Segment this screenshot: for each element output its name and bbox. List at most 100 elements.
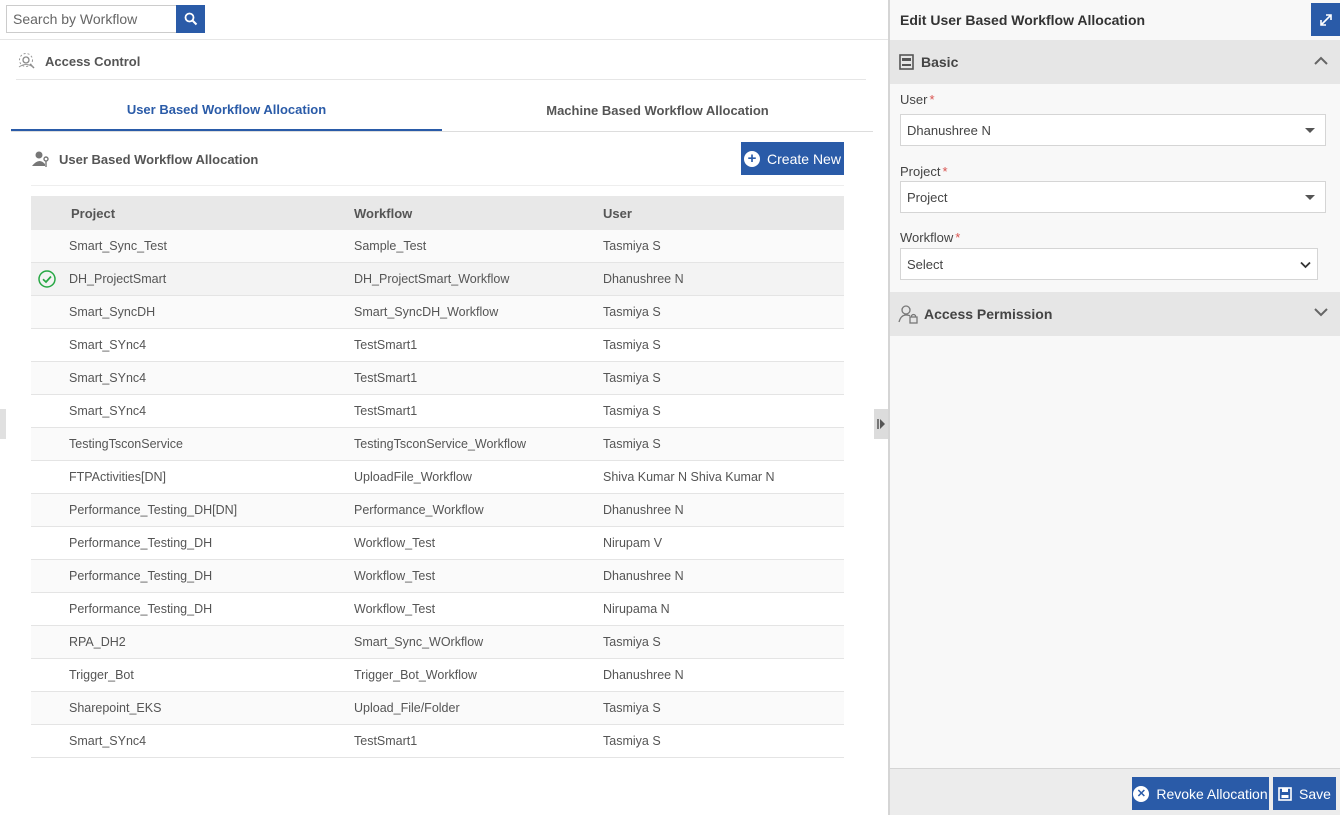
table-row[interactable]: Performance_Testing_DH Workflow_Test Nirup… (31, 593, 844, 626)
check-circle-icon (38, 270, 56, 288)
revoke-allocation-button[interactable]: ✕ Revoke Allocation (1132, 777, 1269, 810)
splitter-handle[interactable] (874, 409, 888, 439)
expand-button[interactable] (1311, 3, 1340, 36)
table-row[interactable]: Smart_SyncDH Smart_SyncDH_Workflow Tasmiya… (31, 296, 844, 329)
chevron-up-icon[interactable] (1314, 56, 1328, 65)
cell-project: FTPActivities[DN] (69, 470, 166, 484)
column-header-workflow[interactable]: Workflow (354, 206, 412, 221)
table-row[interactable]: Performance_Testing_DH Workflow_Test Dhanu… (31, 560, 844, 593)
table-row[interactable]: Smart_SYnc4 TestSmart1 Tasmiya S (31, 362, 844, 395)
search-button[interactable] (176, 5, 205, 33)
tab-machine-based[interactable]: Machine Based Workflow Allocation (442, 90, 873, 131)
expand-icon (1319, 13, 1332, 26)
user-key-icon (32, 151, 49, 167)
required-mark: * (929, 92, 935, 107)
cell-user: Shiva Kumar N Shiva Kumar N (603, 470, 775, 484)
tab-user-based[interactable]: User Based Workflow Allocation (11, 90, 442, 131)
cell-user: Tasmiya S (603, 305, 661, 319)
create-new-label: Create New (767, 150, 841, 167)
user-dropdown[interactable]: Dhanushree N (900, 114, 1326, 146)
user-dropdown-value: Dhanushree N (907, 122, 991, 138)
cell-workflow: Sample_Test (354, 239, 427, 253)
cell-project: Smart_SYnc4 (69, 734, 147, 748)
table-row[interactable]: TestingTsconService TestingTsconService_W… (31, 428, 844, 461)
plus-icon: + (744, 150, 761, 167)
table-row[interactable]: DH_ProjectSmart DH_ProjectSmart_Workflow D… (31, 263, 844, 296)
column-header-project[interactable]: Project (71, 206, 115, 221)
cell-user: Tasmiya S (603, 371, 661, 385)
project-label-text: Project (900, 164, 941, 179)
save-button[interactable]: Save (1273, 777, 1336, 810)
table-header: Project Workflow User (31, 196, 844, 230)
collapse-handle-left[interactable] (0, 409, 6, 439)
cell-workflow: Smart_Sync_WOrkflow (354, 635, 484, 649)
table-row[interactable]: Smart_SYnc4 TestSmart1 Tasmiya S (31, 725, 844, 758)
table-row[interactable]: RPA_DH2 Smart_Sync_WOrkflow Tasmiya S (31, 626, 844, 659)
tab-bar: User Based Workflow Allocation Machine B… (11, 90, 873, 132)
required-mark: * (942, 164, 948, 179)
save-icon (1278, 786, 1292, 801)
cell-project: Smart_SYnc4 (69, 338, 147, 352)
cell-user: Tasmiya S (603, 437, 661, 451)
project-dropdown[interactable]: Project (900, 181, 1326, 213)
chevron-down-icon[interactable] (1314, 308, 1328, 317)
access-permission-label: Access Permission (924, 306, 1053, 322)
section-title: User Based Workflow Allocation (59, 151, 259, 167)
table-row[interactable]: FTPActivities[DN] UploadFile_Workflow Shiv… (31, 461, 844, 494)
project-label: Project * (900, 164, 948, 179)
cell-user: Tasmiya S (603, 239, 661, 253)
access-control-icon (18, 53, 35, 69)
cell-project: Performance_Testing_DH (69, 602, 213, 616)
cell-user: Tasmiya S (603, 338, 661, 352)
table-row[interactable]: Smart_SYnc4 TestSmart1 Tasmiya S (31, 329, 844, 362)
project-dropdown-value: Project (907, 189, 948, 205)
cell-workflow: TestingTsconService_Workflow (354, 437, 527, 451)
allocation-table: Project Workflow User Smart_Sync_Test Sam… (31, 196, 844, 758)
cell-project: DH_ProjectSmart (69, 272, 167, 286)
action-bar: ✕ Revoke Allocation Save (890, 768, 1340, 815)
cell-project: Smart_Sync_Test (69, 239, 167, 253)
caret-down-icon (1305, 128, 1315, 133)
cell-workflow: UploadFile_Workflow (354, 470, 472, 484)
cell-workflow: Workflow_Test (354, 536, 436, 550)
cell-project: Smart_SyncDH (69, 305, 156, 319)
cell-user: Tasmiya S (603, 734, 661, 748)
workflow-select[interactable]: Select (900, 248, 1318, 280)
save-label: Save (1299, 785, 1331, 802)
basic-section-header[interactable]: Basic (890, 40, 1340, 84)
table-row[interactable]: Performance_Testing_DH Workflow_Test Nirup… (31, 527, 844, 560)
cell-workflow: Upload_File/Folder (354, 701, 460, 715)
cell-workflow: Performance_Workflow (354, 503, 484, 517)
table-row[interactable]: Smart_Sync_Test Sample_Test Tasmiya S (31, 230, 844, 263)
cell-project: Performance_Testing_DH (69, 569, 213, 583)
panel-title: Edit User Based Workflow Allocation (900, 12, 1146, 28)
cell-project: Trigger_Bot (69, 668, 134, 682)
search-input[interactable] (6, 5, 177, 33)
access-permission-header[interactable]: Access Permission (890, 292, 1340, 336)
cell-project: TestingTsconService (69, 437, 183, 451)
create-new-button[interactable]: + Create New (741, 142, 844, 175)
cell-user: Nirupam V (603, 536, 663, 550)
column-header-user[interactable]: User (603, 206, 632, 221)
allocation-list-pane: Access Control User Based Workflow Alloc… (0, 0, 888, 815)
edit-panel: Edit User Based Workflow Allocation Basi… (890, 0, 1340, 815)
table-row[interactable]: Smart_SYnc4 TestSmart1 Tasmiya S (31, 395, 844, 428)
section-header: User Based Workflow Allocation (31, 147, 258, 171)
collapse-right-icon (877, 419, 885, 429)
cell-user: Nirupama N (603, 602, 670, 616)
table-row[interactable]: Trigger_Bot Trigger_Bot_Workflow Dhanushre… (31, 659, 844, 692)
chevron-down-icon (1300, 261, 1311, 269)
divider (31, 185, 844, 186)
basic-section-label: Basic (921, 54, 959, 70)
cell-workflow: TestSmart1 (354, 734, 418, 748)
cell-user: Dhanushree N (603, 272, 684, 286)
cell-workflow: Smart_SyncDH_Workflow (354, 305, 499, 319)
workflow-label: Workflow * (900, 230, 960, 245)
cell-user: Dhanushree N (603, 569, 684, 583)
cell-project: Smart_SYnc4 (69, 404, 147, 418)
cell-workflow: DH_ProjectSmart_Workflow (354, 272, 510, 286)
cell-user: Dhanushree N (603, 503, 684, 517)
form-icon (899, 54, 914, 70)
table-row[interactable]: Sharepoint_EKS Upload_File/Folder Tasmiya … (31, 692, 844, 725)
table-row[interactable]: Performance_Testing_DH[DN] Performance_Wo… (31, 494, 844, 527)
